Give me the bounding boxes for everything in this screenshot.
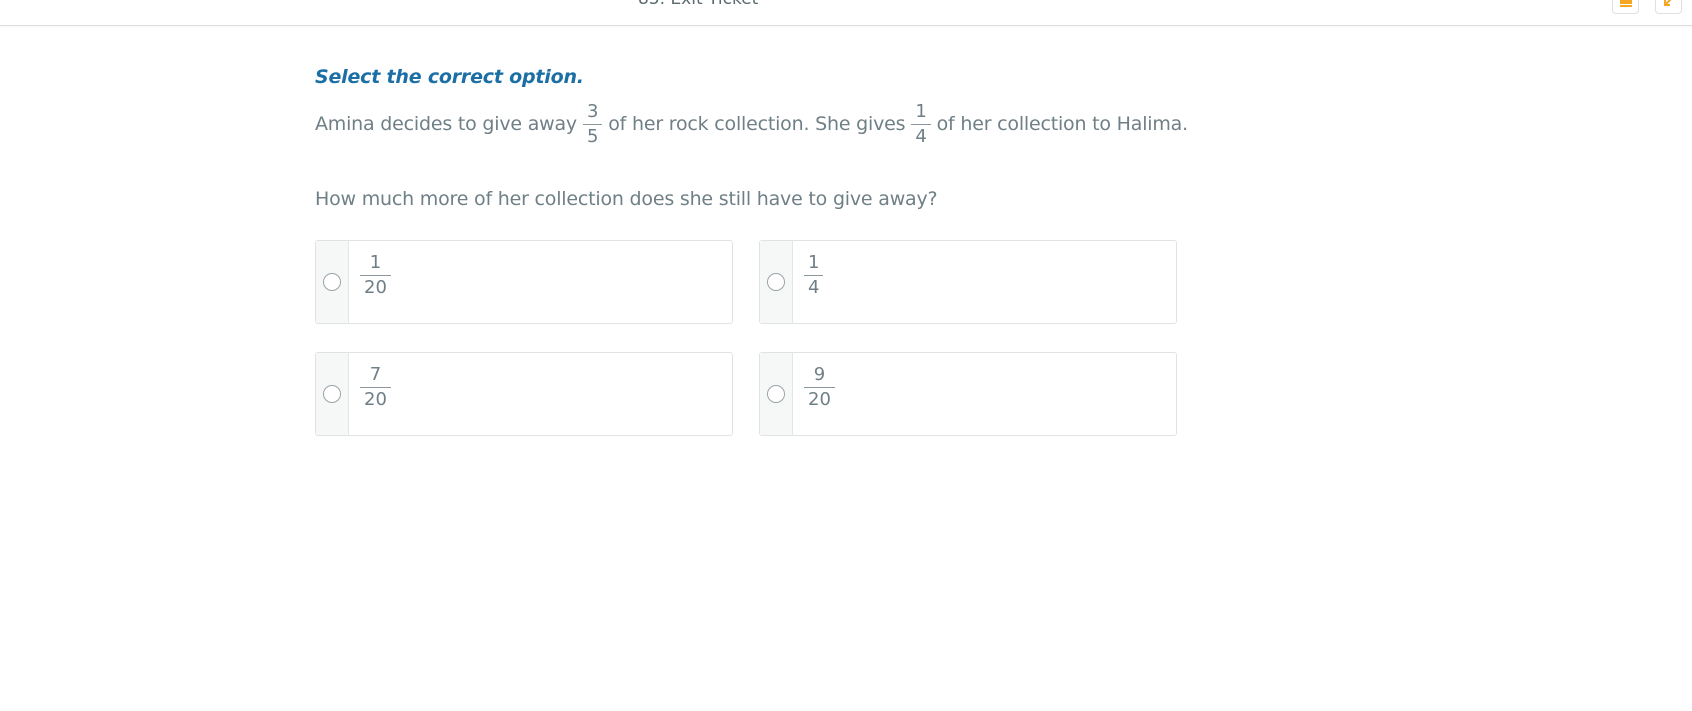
fraction-numerator: 1: [915, 100, 927, 122]
answer-option-2[interactable]: 1 4: [759, 240, 1177, 324]
stem-fraction-1: 3 5: [582, 100, 603, 149]
option-fraction: 1 20: [360, 251, 391, 300]
page-title: 85. Exit Ticket: [638, 0, 758, 9]
fraction-numerator: 9: [813, 364, 826, 385]
radio-button[interactable]: [767, 385, 785, 403]
answer-option-1[interactable]: 1 20: [315, 240, 733, 324]
fraction-numerator: 1: [808, 252, 820, 273]
radio-column: [316, 353, 349, 435]
question-prompt: How much more of her collection does she…: [315, 188, 938, 210]
question-stem: Amina decides to give away 3 5 of her ro…: [315, 94, 1188, 154]
radio-column: [316, 241, 349, 323]
answer-option-3[interactable]: 7 20: [315, 352, 733, 436]
fraction-denominator: 20: [364, 277, 387, 298]
toolbar-button-left[interactable]: [1612, 0, 1639, 14]
option-fraction: 9 20: [804, 363, 835, 412]
option-fraction: 7 20: [360, 363, 391, 412]
fraction-numerator: 1: [369, 252, 382, 273]
answer-option-4[interactable]: 9 20: [759, 352, 1177, 436]
fraction-denominator: 4: [808, 277, 820, 298]
fraction-numerator: 7: [369, 364, 382, 385]
collapse-arrow-icon: [1664, 0, 1672, 6]
stem-text-part2: of her rock collection. She gives: [608, 113, 906, 135]
radio-button[interactable]: [323, 273, 341, 291]
stem-text-part3: of her collection to Halima.: [936, 113, 1189, 135]
fraction-denominator: 4: [915, 125, 927, 147]
radio-button[interactable]: [767, 273, 785, 291]
stem-text-part1: Amina decides to give away: [315, 113, 577, 135]
chart-icon: [1620, 0, 1632, 7]
option-fraction: 1 4: [804, 251, 824, 300]
instruction-text: Select the correct option.: [315, 66, 584, 88]
fraction-denominator: 20: [808, 389, 831, 410]
fraction-denominator: 20: [364, 389, 387, 410]
top-bar: 85. Exit Ticket: [0, 0, 1692, 26]
radio-button[interactable]: [323, 385, 341, 403]
fraction-numerator: 3: [586, 100, 599, 122]
radio-column: [760, 241, 793, 323]
radio-column: [760, 353, 793, 435]
toolbar-button-right[interactable]: [1655, 0, 1682, 14]
question-area: Select the correct option. Amina decides…: [315, 62, 1195, 436]
stem-fraction-2: 1 4: [911, 100, 931, 149]
fraction-denominator: 5: [586, 125, 599, 147]
